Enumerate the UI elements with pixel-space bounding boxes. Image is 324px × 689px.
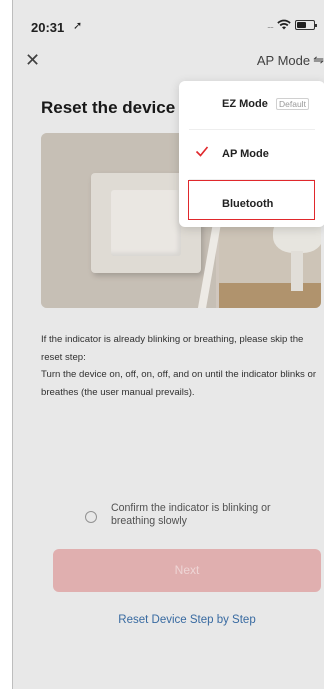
mode-dropdown-menu: EZ Mode Default AP Mode Bluetooth — [179, 81, 324, 227]
dropdown-item-ez-mode[interactable]: EZ Mode Default — [179, 81, 324, 127]
ez-mode-label: EZ Mode — [222, 98, 268, 110]
default-badge: Default — [276, 98, 309, 110]
dropdown-divider — [189, 129, 315, 130]
check-icon — [195, 146, 209, 157]
app-screen: 20:31 ➚ .... ✕ AP Mode ⇋ Reset the devic… — [12, 0, 324, 689]
dropdown-item-ap-mode[interactable]: AP Mode — [179, 131, 324, 177]
bluetooth-highlight-box — [188, 180, 315, 220]
ap-mode-label: AP Mode — [222, 148, 269, 160]
